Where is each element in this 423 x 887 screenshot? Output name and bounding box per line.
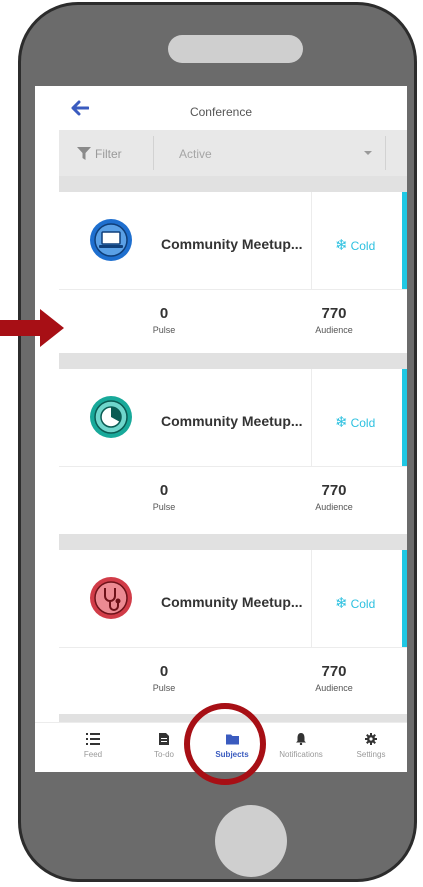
card-divider [311,369,312,466]
list-icon [86,733,100,745]
status-badge: ❄ Cold [335,236,375,254]
filter-icon[interactable] [77,147,91,160]
filter-divider [153,136,154,170]
audience-label: Audience [315,683,353,693]
card-header: Community Meetup... ❄ Cold [59,550,407,648]
status-label: Cold [350,597,376,611]
audience-value: 770 [321,482,347,499]
home-button[interactable] [215,805,287,877]
filter-label[interactable]: Filter [95,147,122,161]
status-badge: ❄ Cold [335,594,375,612]
bell-icon [296,733,306,745]
phone-speaker [168,35,303,63]
status-label: Cold [350,416,376,430]
app-screen: Conference Filter Active Community Meetu… [35,86,407,772]
status-badge: ❄ Cold [335,413,375,431]
card-title: Community Meetup... [161,236,303,252]
tab-label: Feed [83,750,103,759]
laptop-icon [89,218,133,262]
tab-feed[interactable]: Feed [58,733,128,759]
card-header: Community Meetup... ❄ Cold [59,192,407,290]
card-title: Community Meetup... [161,594,303,610]
filter-bar: Filter Active [59,130,407,176]
tab-notifications[interactable]: Notifications [265,733,337,759]
card-divider [311,550,312,647]
pulse-value: 0 [159,482,169,499]
gear-icon [365,733,377,745]
pulse-stat: 0 Pulse [134,305,194,335]
pulse-label: Pulse [152,325,176,335]
audience-stat: 770 Audience [299,663,369,693]
section-gap [59,176,407,192]
card-header: Community Meetup... ❄ Cold [59,369,407,467]
audience-label: Audience [315,325,353,335]
status-select-value[interactable]: Active [179,147,212,161]
card-accent-bar [402,369,407,466]
tab-label: Settings [356,750,386,759]
pie-chart-icon [89,395,133,439]
annotation-arrow-icon [0,309,64,347]
card-accent-bar [402,550,407,647]
audience-stat: 770 Audience [299,305,369,335]
section-gap [59,353,407,369]
page-title: Conference [189,105,253,119]
audience-value: 770 [321,663,347,680]
document-icon [159,733,169,745]
snowflake-icon: ❄ [335,237,348,254]
pulse-stat: 0 Pulse [134,482,194,512]
stethoscope-icon [89,576,133,620]
tab-label: Notifications [279,750,323,759]
annotation-highlight-circle [184,703,266,785]
snowflake-icon: ❄ [335,595,348,612]
subject-card[interactable]: Community Meetup... ❄ Cold 0 Pulse 770 Au… [59,192,407,356]
audience-stat: 770 Audience [299,482,369,512]
pulse-label: Pulse [152,683,176,693]
chevron-down-icon[interactable] [364,151,372,155]
pulse-stat: 0 Pulse [134,663,194,693]
pulse-label: Pulse [152,502,176,512]
tab-settings[interactable]: Settings [335,733,407,759]
subject-card[interactable]: Community Meetup... ❄ Cold 0 Pulse 770 Au… [59,550,407,714]
subject-card[interactable]: Community Meetup... ❄ Cold 0 Pulse 770 Au… [59,369,407,533]
header: Conference [35,86,407,130]
status-label: Cold [350,239,376,253]
pulse-value: 0 [159,663,169,680]
card-accent-bar [402,192,407,289]
audience-value: 770 [321,305,347,322]
card-divider [311,192,312,289]
snowflake-icon: ❄ [335,414,348,431]
section-gap [59,534,407,550]
card-title: Community Meetup... [161,413,303,429]
pulse-value: 0 [159,305,169,322]
audience-label: Audience [315,502,353,512]
filter-divider [385,136,386,170]
